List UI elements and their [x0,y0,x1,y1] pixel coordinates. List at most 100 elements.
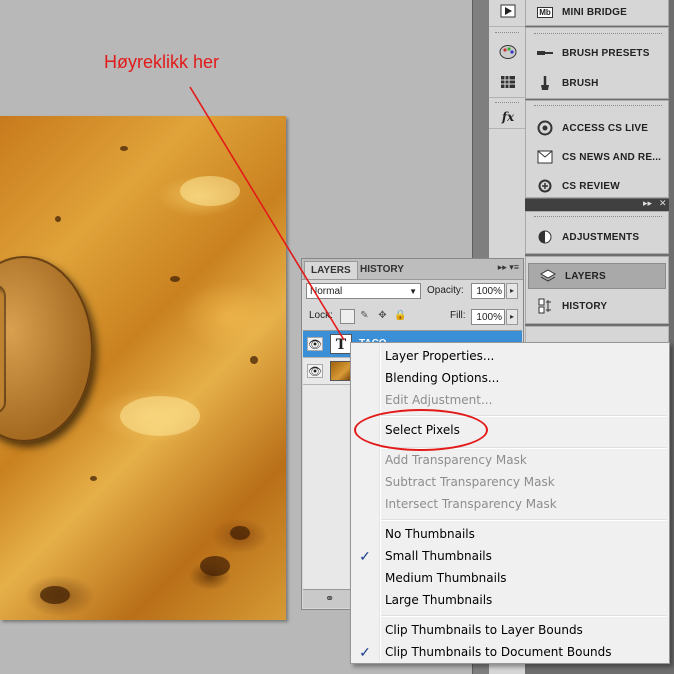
adjustments-icon [534,228,556,246]
swatches-grid-icon[interactable] [498,73,518,91]
mini-bridge-label: MINI BRIDGE [562,6,627,18]
menu-item-clip-to-document-bounds[interactable]: Clip Thumbnails to Document Bounds [385,641,612,663]
texture-speck [120,146,128,151]
play-icon[interactable] [498,2,518,20]
blend-row: Normal ▼ Opacity: 100% ▸ [306,283,520,301]
access-cs-live-button[interactable]: ACCESS CS LIVE [526,115,668,141]
photoshop-workspace: fx Mb MINI BRIDGE BRUSH PRESETS BRUSH AC… [0,0,674,674]
annotation-ellipse [354,409,488,451]
text-layer-thumbnail: T [330,334,352,354]
menu-icon-gutter [379,345,381,661]
brush-presets-button[interactable]: BRUSH PRESETS [526,40,668,66]
lock-pixels-icon[interactable]: ✎ [358,309,371,322]
link-layers-icon[interactable]: ⚭ [325,592,334,605]
menu-separator [381,615,667,617]
document-canvas[interactable] [0,116,286,620]
tab-history[interactable]: HISTORY [354,261,410,278]
brush-presets-icon [534,44,556,62]
gripper[interactable] [495,32,519,35]
mini-bridge-button[interactable]: Mb MINI BRIDGE [526,0,668,25]
menu-item-large-thumbnails[interactable]: Large Thumbnails [385,589,492,611]
brush-label: BRUSH [562,77,599,89]
access-cs-live-icon [534,119,556,137]
cs-review-icon [534,177,556,195]
lock-label: Lock: [309,310,333,321]
gripper[interactable] [495,102,519,105]
letter-o-counter [0,286,4,412]
cs-news-button[interactable]: CS NEWS AND RE... [526,144,668,170]
texture-speck [250,356,258,364]
cs-review-label: CS REVIEW [562,180,620,192]
menu-separator [381,519,667,521]
layers-button[interactable]: LAYERS [528,263,666,289]
menu-item-intersect-transparency-mask[interactable]: Intersect Transparency Mask [385,493,557,515]
chevron-down-icon: ▼ [409,287,417,296]
panel-group: ADJUSTMENTS [525,211,669,254]
gripper[interactable] [534,33,662,36]
fill-label: Fill: [450,310,466,321]
layers-panel-tabs: LAYERS HISTORY ▸▸ ▾≡ [302,259,523,280]
icon-group [489,0,525,27]
annotation-callout: Høyreklikk her [104,52,220,72]
icon-group [489,27,525,98]
close-icon[interactable]: ✕ [659,198,667,209]
checkmark-icon: ✓ [359,548,371,564]
cs-news-icon [534,148,556,166]
tab-layers[interactable]: LAYERS [304,261,358,279]
menu-item-layer-properties[interactable]: Layer Properties... [385,345,494,367]
fill-slider-button[interactable]: ▸ [506,309,518,325]
texture-speck [230,526,250,540]
panel-group: LAYERS HISTORY [525,256,669,324]
history-button[interactable]: HISTORY [526,293,668,319]
brush-presets-label: BRUSH PRESETS [562,47,650,59]
layers-icon [537,267,559,285]
access-cs-live-label: ACCESS CS LIVE [562,122,649,134]
blend-mode-value: Normal [310,286,343,297]
checkmark-icon: ✓ [359,644,371,660]
menu-item-subtract-transparency-mask[interactable]: Subtract Transparency Mask [385,471,555,493]
highlight-spot [120,396,200,436]
panel-menu-icon[interactable]: ▸▸ ▾≡ [498,262,519,273]
eye-icon[interactable]: 👁 [307,364,323,378]
history-label: HISTORY [562,300,608,312]
adjustments-button[interactable]: ADJUSTMENTS [526,224,668,250]
menu-item-medium-thumbnails[interactable]: Medium Thumbnails [385,567,507,589]
menu-item-edit-adjustment[interactable]: Edit Adjustment... [385,389,492,411]
gripper[interactable] [534,216,662,219]
opacity-slider-button[interactable]: ▸ [506,283,518,299]
fill-input[interactable]: 100% [471,309,505,325]
cs-review-button[interactable]: CS REVIEW [526,173,668,199]
palette-icon[interactable] [498,43,518,61]
collapse-icon[interactable]: ▸▸ [643,198,652,209]
lock-all-icon[interactable]: 🔒 [394,309,407,322]
texture-speck [55,216,61,222]
menu-item-blending-options[interactable]: Blending Options... [385,367,499,389]
image-layer-thumbnail [330,361,352,381]
gripper[interactable] [534,105,662,108]
lock-position-icon[interactable]: ✥ [376,309,389,322]
texture-speck [170,276,180,282]
adjustments-panel-header[interactable]: ▸▸ ✕ [525,198,669,211]
texture-speck [40,586,70,604]
highlight-spot [180,176,240,206]
opacity-input[interactable]: 100% [471,283,505,299]
mini-bridge-icon: Mb [537,6,553,18]
opacity-label: Opacity: [427,285,464,296]
menu-item-no-thumbnails[interactable]: No Thumbnails [385,523,475,545]
panel-group: BRUSH PRESETS BRUSH [525,27,669,99]
panel-group: Mb MINI BRIDGE [525,0,669,26]
blend-mode-select[interactable]: Normal ▼ [306,283,421,299]
history-icon [534,297,556,315]
brush-button[interactable]: BRUSH [526,70,668,96]
texture-speck [200,556,230,576]
lock-transparency-icon[interactable] [340,309,355,324]
cs-news-label: CS NEWS AND RE... [562,151,662,163]
menu-item-clip-to-layer-bounds[interactable]: Clip Thumbnails to Layer Bounds [385,619,583,641]
fx-icon[interactable]: fx [498,108,518,126]
eye-icon[interactable]: 👁 [307,337,323,351]
menu-item-small-thumbnails[interactable]: Small Thumbnails [385,545,492,567]
icon-group: fx [489,98,525,129]
menu-item-add-transparency-mask[interactable]: Add Transparency Mask [385,449,527,471]
panel-group: ACCESS CS LIVE CS NEWS AND RE... CS REVI… [525,100,669,198]
text-layer-letter-o [0,256,93,442]
